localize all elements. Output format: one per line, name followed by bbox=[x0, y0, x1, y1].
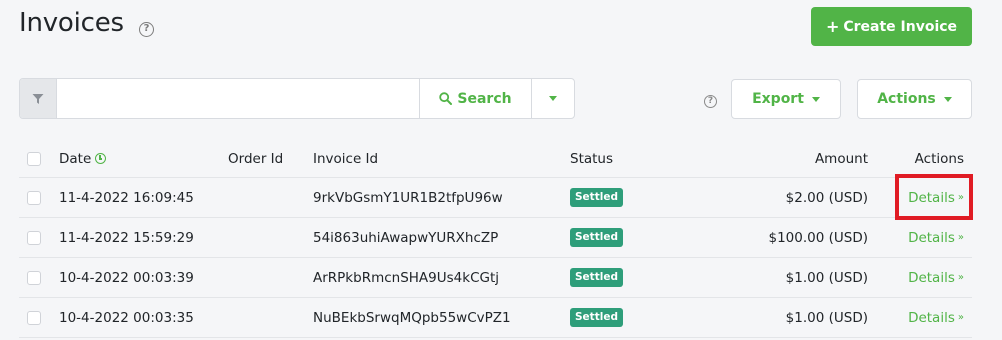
row-checkbox[interactable] bbox=[27, 310, 41, 325]
status-badge: Settled bbox=[570, 188, 623, 207]
caret-down-icon bbox=[549, 96, 557, 101]
column-header-amount: Amount bbox=[814, 150, 868, 167]
export-label: Export bbox=[752, 91, 804, 107]
export-button[interactable]: Export bbox=[731, 79, 841, 119]
table-row: 10-4-2022 00:03:35 NuBEkbSrwqMQpb55wCvPZ… bbox=[19, 298, 972, 338]
caret-down-icon bbox=[811, 96, 820, 102]
search-bar: Search bbox=[19, 78, 575, 119]
row-checkbox[interactable] bbox=[27, 270, 41, 285]
row-status: Settled bbox=[570, 298, 623, 337]
caret-down-icon bbox=[943, 96, 952, 102]
status-badge: Settled bbox=[570, 228, 623, 247]
row-actions: Details» bbox=[908, 178, 964, 217]
column-header-order-id: Order Id bbox=[228, 150, 284, 167]
details-link[interactable]: Details» bbox=[908, 190, 964, 206]
table-row: 11-4-2022 16:09:45 9rkVbGsmY1UR1B2tfpU96… bbox=[19, 178, 972, 218]
chevron-double-down-icon: » bbox=[957, 191, 964, 203]
table-header: Date Order Id Invoice Id Status Amount A… bbox=[19, 140, 972, 178]
search-button[interactable]: Search bbox=[419, 79, 531, 118]
row-invoice-id: 54i863uhiAwapwYURXhcZP bbox=[313, 229, 499, 246]
details-link[interactable]: Details» bbox=[908, 270, 964, 286]
row-date: 11-4-2022 15:59:29 bbox=[59, 229, 194, 246]
search-icon bbox=[439, 92, 453, 105]
actions-label: Actions bbox=[877, 91, 936, 107]
invoices-table: Date Order Id Invoice Id Status Amount A… bbox=[19, 140, 973, 338]
row-checkbox[interactable] bbox=[27, 190, 41, 205]
page-title: Invoices bbox=[19, 8, 124, 38]
row-date: 10-4-2022 00:03:39 bbox=[59, 269, 194, 286]
plus-icon: + bbox=[825, 17, 840, 36]
search-button-label: Search bbox=[457, 90, 512, 107]
row-invoice-id: 9rkVbGsmY1UR1B2tfpU96w bbox=[313, 189, 503, 206]
filter-icon[interactable] bbox=[20, 79, 57, 118]
row-amount: $100.00 (USD) bbox=[768, 229, 869, 246]
chevron-double-down-icon: » bbox=[957, 311, 964, 323]
column-header-actions: Actions bbox=[914, 150, 964, 167]
row-invoice-id: NuBEkbSrwqMQpb55wCvPZ1 bbox=[313, 309, 511, 326]
row-actions: Details» bbox=[908, 218, 964, 257]
row-status: Settled bbox=[570, 258, 623, 297]
invoices-page: Invoices ? + Create Invoice Search ? Exp… bbox=[0, 0, 1002, 340]
row-checkbox[interactable] bbox=[27, 230, 41, 245]
help-icon[interactable]: ? bbox=[704, 95, 717, 108]
table-row: 11-4-2022 15:59:29 54i863uhiAwapwYURXhcZ… bbox=[19, 218, 972, 258]
column-header-status: Status bbox=[570, 150, 614, 167]
row-status: Settled bbox=[570, 178, 623, 217]
row-actions: Details» bbox=[908, 258, 964, 297]
column-header-invoice-id: Invoice Id bbox=[313, 150, 379, 167]
help-icon[interactable]: ? bbox=[139, 22, 154, 37]
search-input[interactable] bbox=[57, 79, 419, 118]
row-date: 10-4-2022 00:03:35 bbox=[59, 309, 194, 326]
details-link[interactable]: Details» bbox=[908, 310, 964, 326]
details-link[interactable]: Details» bbox=[908, 230, 964, 246]
search-dropdown-toggle[interactable] bbox=[531, 79, 574, 118]
row-date: 11-4-2022 16:09:45 bbox=[59, 189, 194, 206]
create-invoice-button[interactable]: + Create Invoice bbox=[811, 7, 972, 46]
actions-button[interactable]: Actions bbox=[857, 79, 972, 119]
row-status: Settled bbox=[570, 218, 623, 257]
clock-icon[interactable] bbox=[95, 153, 107, 164]
row-actions: Details» bbox=[908, 298, 964, 337]
chevron-double-down-icon: » bbox=[957, 231, 964, 243]
row-amount: $1.00 (USD) bbox=[785, 269, 868, 286]
select-all-checkbox[interactable] bbox=[27, 151, 41, 166]
table-row: 10-4-2022 00:03:39 ArRPkbRmcnSHA9Us4kCGt… bbox=[19, 258, 972, 298]
create-invoice-label: Create Invoice bbox=[843, 18, 958, 35]
row-amount: $2.00 (USD) bbox=[785, 189, 868, 206]
row-invoice-id: ArRPkbRmcnSHA9Us4kCGtj bbox=[313, 269, 500, 286]
status-badge: Settled bbox=[570, 268, 623, 287]
column-header-date[interactable]: Date bbox=[59, 140, 107, 177]
status-badge: Settled bbox=[570, 308, 623, 327]
row-amount: $1.00 (USD) bbox=[785, 309, 868, 326]
chevron-double-down-icon: » bbox=[957, 271, 964, 283]
